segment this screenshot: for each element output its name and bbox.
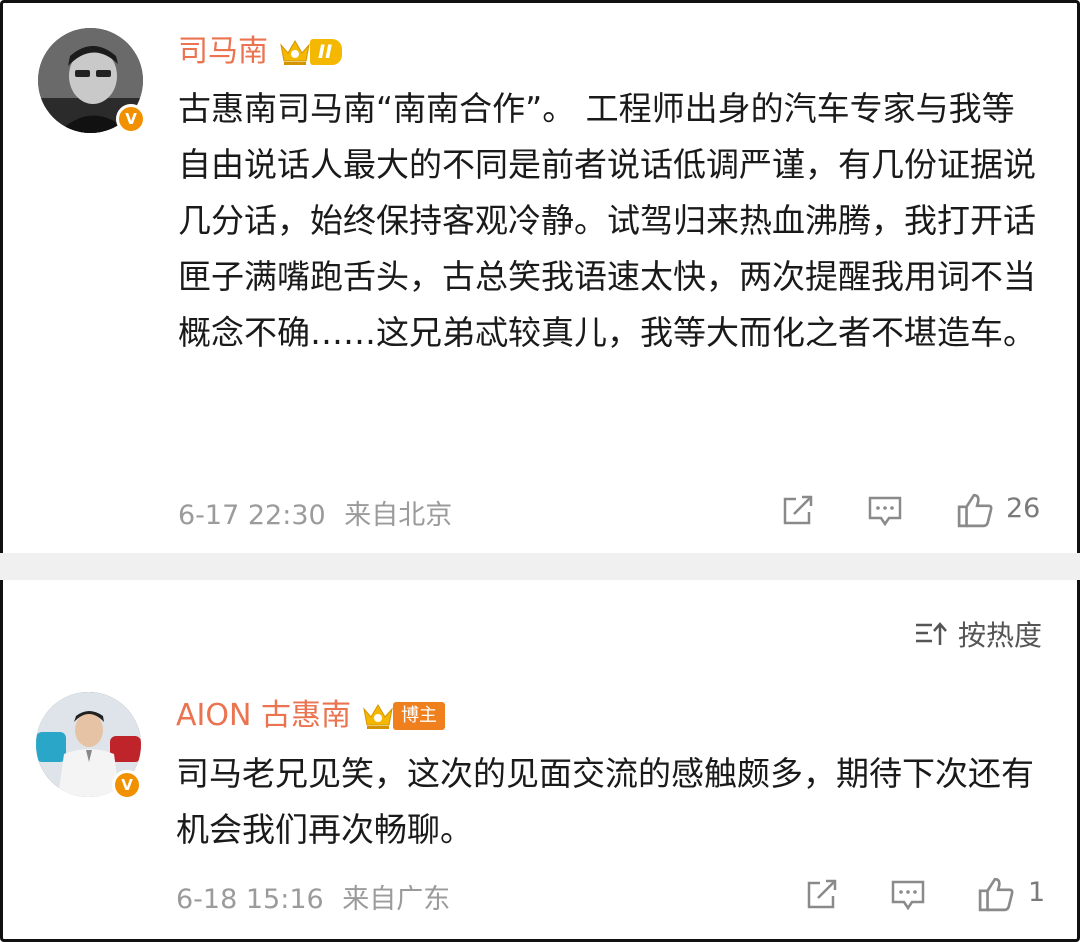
- member-level-badge: II: [310, 39, 343, 65]
- comment-text: 古惠南司马南“南南合作”。 工程师出身的汽车专家与我等自由说话人最大的不同是前者…: [178, 89, 1036, 352]
- repost-icon[interactable]: [804, 878, 840, 912]
- like-count: 26: [1006, 493, 1041, 524]
- comment-location: 来自广东: [342, 884, 451, 915]
- comment-icon[interactable]: [890, 878, 926, 912]
- comment-location: 来自北京: [344, 500, 453, 531]
- like-count: 1: [1028, 877, 1046, 908]
- sort-by-hot-button[interactable]: 按热度: [914, 614, 1042, 654]
- comment-card-1: V 司马南 II 古惠南司马南“南南合作”。 工程师出身的汽车专家与我等自由说话…: [0, 0, 1080, 553]
- author-badge: 博主: [392, 702, 445, 730]
- comment-time: 6-18 15:16: [176, 884, 324, 915]
- thumbs-up-icon[interactable]: [955, 492, 995, 528]
- username[interactable]: AION 古惠南: [176, 698, 351, 734]
- section-divider: [0, 553, 1080, 580]
- sort-label: 按热度: [957, 619, 1042, 652]
- verified-badge: V: [112, 770, 142, 800]
- username[interactable]: 司马南: [178, 34, 268, 70]
- thumbs-up-icon[interactable]: [976, 876, 1016, 912]
- crown-icon: [363, 704, 393, 729]
- sort-icon: [915, 622, 947, 645]
- comment-time: 6-17 22:30: [178, 500, 326, 531]
- comment-text: 司马老兄见笑，这次的见面交流的感触颇多，期待下次还有机会我们再次畅聊。: [176, 754, 1034, 849]
- comment-icon[interactable]: [867, 494, 903, 528]
- crown-icon: [280, 40, 310, 65]
- comment-card-2: 按热度 V AION 古惠南 博主 司马老兄见笑，这次的见面交流的感触颇多，期待…: [0, 580, 1080, 942]
- repost-icon[interactable]: [780, 494, 816, 528]
- verified-badge: V: [116, 104, 146, 134]
